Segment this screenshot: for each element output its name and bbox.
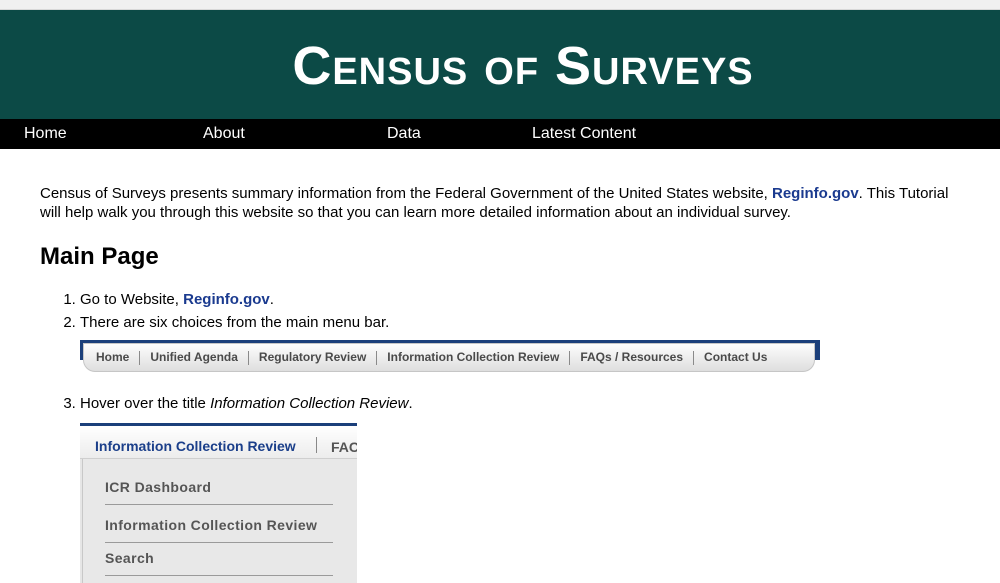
step-1: Go to Website, Reginfo.gov.: [80, 288, 970, 311]
dropdown-header-title: Information Collection Review: [95, 438, 296, 454]
menu-item-regulatory-review: Regulatory Review: [258, 350, 367, 364]
intro-text-before: Census of Surveys presents summary infor…: [40, 185, 772, 202]
dropdown-item-information-collection-review: Information Collection Review: [105, 514, 333, 543]
nav-about[interactable]: About: [203, 125, 245, 143]
menu-item-home: Home: [96, 350, 130, 364]
step3-emphasis: Information Collection Review: [210, 395, 409, 412]
menu-divider: [376, 350, 378, 365]
menu-divider: [693, 350, 695, 365]
menu-item-faqs-resources: FAQs / Resources: [580, 350, 684, 364]
icr-dropdown-screenshot: Information Collection Review FAC ICR Da…: [80, 423, 357, 583]
nav-home[interactable]: Home: [24, 125, 67, 143]
step3-period: .: [408, 395, 413, 412]
site-banner: Census of Surveys: [0, 10, 1000, 119]
menu-pill: Home Unified Agenda Regulatory Review In…: [83, 343, 815, 372]
menu-item-unified-agenda: Unified Agenda: [150, 350, 238, 364]
step1-period: .: [269, 291, 274, 308]
main-nav: Home About Data Latest Content: [0, 119, 1000, 149]
dropdown-divider: [316, 437, 317, 453]
step1-reginfo-link[interactable]: Reginfo.gov: [183, 291, 270, 308]
site-title: Census of Surveys: [292, 35, 754, 96]
step-2: There are six choices from the main menu…: [80, 311, 970, 374]
steps-list: Go to Website, Reginfo.gov. There are si…: [40, 288, 970, 583]
browser-top-strip: [0, 0, 1000, 10]
dropdown-list: ICR Dashboard Information Collection Rev…: [82, 459, 357, 583]
step-3: Hover over the title Information Collect…: [80, 392, 970, 583]
menu-divider: [247, 350, 249, 365]
main-page-heading: Main Page: [40, 243, 159, 270]
intro-paragraph: Census of Surveys presents summary infor…: [40, 184, 970, 222]
dropdown-item-search: Search: [105, 547, 333, 576]
menu-item-contact-us: Contact Us: [704, 350, 768, 364]
reginfo-link[interactable]: Reginfo.gov: [772, 185, 859, 202]
menu-divider: [139, 350, 141, 365]
nav-data[interactable]: Data: [387, 125, 421, 143]
reginfo-menu-screenshot: Home Unified Agenda Regulatory Review In…: [80, 340, 820, 374]
step1-text: Go to Website,: [80, 291, 184, 308]
main-content: Census of Surveys presents summary infor…: [40, 184, 970, 583]
dropdown-next-tab: FAC: [331, 439, 357, 455]
step3-prefix: Hover over the title: [80, 395, 211, 412]
step2-text: There are six choices from the main menu…: [80, 314, 390, 331]
dropdown-item-icr-dashboard: ICR Dashboard: [105, 476, 333, 505]
menu-divider: [569, 350, 571, 365]
menu-item-information-collection-review: Information Collection Review: [387, 350, 560, 364]
nav-latest-content[interactable]: Latest Content: [532, 125, 636, 143]
dropdown-header: Information Collection Review FAC: [80, 423, 357, 459]
